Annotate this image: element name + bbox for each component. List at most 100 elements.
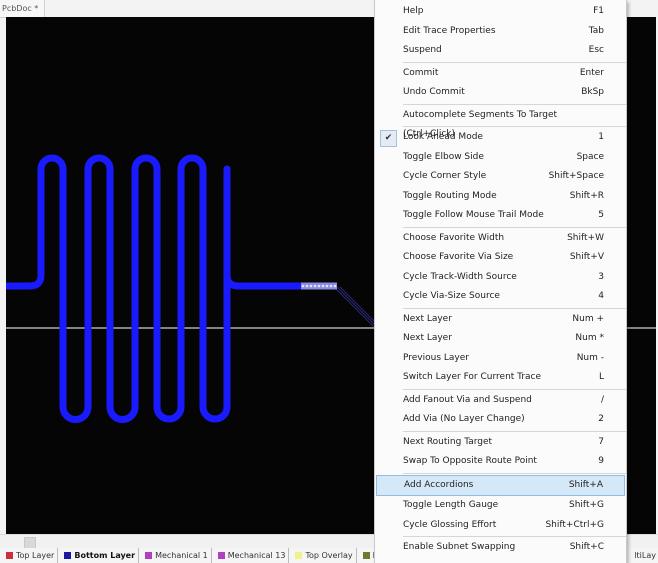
menu-separator xyxy=(403,226,626,228)
menu-item-look-ahead-mode[interactable]: ✔ Look Ahead Mode 1 xyxy=(375,128,626,148)
segment-hatch-dot xyxy=(321,284,325,288)
menu-item-choose-favorite-width[interactable]: Choose Favorite Width Shift+W xyxy=(375,229,626,249)
layer-tab-top-layer[interactable]: Top Layer xyxy=(0,548,59,563)
menu-item-undo-commit[interactable]: Undo Commit BkSp xyxy=(375,83,626,103)
guide-line xyxy=(333,286,375,328)
menu-item-shortcut: Shift+V xyxy=(569,252,604,262)
segment-hatch-dot xyxy=(317,284,321,288)
layer-tab-label: Mechanical 1 xyxy=(155,551,208,560)
menu-item-next-layer[interactable]: Next Layer Num * xyxy=(375,329,626,349)
menu-item-shortcut: 9 xyxy=(598,456,604,466)
menu-item-shortcut: Shift+Ctrl+G xyxy=(545,519,604,530)
segment-hatch-dot xyxy=(309,284,313,288)
menu-separator xyxy=(403,536,626,537)
layer-tab-top-overlay[interactable]: Top Overlay xyxy=(289,548,357,563)
menu-item-cycle-glossing-effort[interactable]: Cycle Glossing Effort Shift+Ctrl+G xyxy=(375,516,626,536)
menu-item-shortcut: Shift+Space xyxy=(548,171,604,181)
layer-color-swatch xyxy=(295,552,303,559)
menu-item-add-fanout-via-and-suspend[interactable]: Add Fanout Via and Suspend / xyxy=(375,391,626,411)
menu-item-shortcut: Shift+W xyxy=(567,232,604,243)
segment-hatch-dot xyxy=(333,284,337,288)
layer-tab-label: Top Overlay xyxy=(305,551,353,560)
checkmark-icon: ✔ xyxy=(380,130,397,147)
menu-item-label: Next Layer xyxy=(403,333,452,343)
menu-item-label: Edit Trace Properties xyxy=(403,25,496,36)
menu-item-toggle-elbow-side[interactable]: Toggle Elbow Side Space xyxy=(375,148,626,168)
menu-item-next-routing-target[interactable]: Next Routing Target 7 xyxy=(375,433,626,453)
menu-item-cycle-corner-style[interactable]: Cycle Corner Style Shift+Space xyxy=(375,167,626,187)
menu-item-previous-layer[interactable]: Previous Layer Num - xyxy=(375,349,626,369)
menu-item-shortcut: Esc xyxy=(588,45,604,55)
menu-item-label: Cycle Corner Style xyxy=(403,171,487,181)
menu-item-help[interactable]: Help F1 xyxy=(375,2,626,22)
layer-tab-bottom-layer[interactable]: Bottom Layer xyxy=(58,548,140,563)
segment-hatch-dot xyxy=(313,284,317,288)
menu-item-shortcut: Num + xyxy=(572,313,604,324)
menu-separator xyxy=(403,430,626,432)
menu-item-shortcut: 3 xyxy=(598,271,604,282)
menu-item-commit[interactable]: Commit Enter xyxy=(375,64,626,84)
menu-item-suspend[interactable]: Suspend Esc xyxy=(375,41,626,61)
segment-hatch-dot xyxy=(301,284,305,288)
menu-item-swap-to-opposite-route-point[interactable]: Swap To Opposite Route Point 9 xyxy=(375,452,626,472)
layer-tab-overflow[interactable]: ltiLay xyxy=(632,548,658,563)
document-tab[interactable]: PcbDoc * xyxy=(0,0,46,18)
segment-hatch-dot xyxy=(305,284,309,288)
menu-item-label: Undo Commit xyxy=(403,87,465,97)
menu-item-autocomplete-segments-to-target-ctrl-click[interactable]: Autocomplete Segments To Target (Ctrl+Cl… xyxy=(375,106,626,140)
menu-item-cycle-track-width-source[interactable]: Cycle Track-Width Source 3 xyxy=(375,268,626,288)
menu-item-label: Look Ahead Mode xyxy=(403,132,483,142)
menu-item-next-layer[interactable]: Next Layer Num + xyxy=(375,310,626,330)
menu-item-toggle-routing-mode[interactable]: Toggle Routing Mode Shift+R xyxy=(375,187,626,207)
menu-item-toggle-follow-mouse-trail-mode[interactable]: Toggle Follow Mouse Trail Mode 5 xyxy=(375,206,626,226)
menu-item-label: Previous Layer xyxy=(403,352,469,363)
menu-item-label: Suspend xyxy=(403,45,442,55)
routing-context-menu: Help F1 Edit Trace Properties Tab Suspend Esc… xyxy=(374,0,627,563)
layer-color-swatch xyxy=(6,552,13,559)
menu-item-label: Add Fanout Via and Suspend xyxy=(403,394,532,405)
menu-item-add-accordions[interactable]: Add Accordions Shift+A xyxy=(376,474,625,496)
menu-separator xyxy=(403,388,626,390)
menu-item-label: Next Layer xyxy=(403,313,452,324)
menu-item-label: Add Via (No Layer Change) xyxy=(403,414,525,424)
menu-item-toggle-length-gauge[interactable]: Toggle Length Gauge Shift+G xyxy=(375,496,626,516)
menu-item-label: Cycle Glossing Effort xyxy=(403,519,497,530)
layer-color-swatch xyxy=(217,552,225,559)
menu-item-shortcut: L xyxy=(598,372,604,382)
menu-item-shortcut: Shift+A xyxy=(568,479,603,490)
menu-item-choose-favorite-via-size[interactable]: Choose Favorite Via Size Shift+V xyxy=(375,248,626,268)
menu-item-shortcut: 4 xyxy=(598,291,604,301)
layer-color-swatch xyxy=(362,552,370,559)
segment-hatch-dot xyxy=(329,284,333,288)
menu-item-add-via-no-layer-change[interactable]: Add Via (No Layer Change) 2 xyxy=(375,410,626,430)
menu-item-shortcut: BkSp xyxy=(581,87,604,97)
layer-tab-mechanical-13[interactable]: Mechanical 13 xyxy=(212,548,290,563)
menu-item-shortcut: Shift+G xyxy=(569,500,604,510)
menu-item-shortcut: Num * xyxy=(575,333,604,343)
menu-item-label: Toggle Follow Mouse Trail Mode xyxy=(403,210,544,220)
menu-item-cycle-via-size-source[interactable]: Cycle Via-Size Source 4 xyxy=(375,287,626,307)
menu-item-edit-trace-properties[interactable]: Edit Trace Properties Tab xyxy=(375,22,626,42)
layer-color-swatch xyxy=(64,552,72,559)
menu-item-label: Switch Layer For Current Trace xyxy=(403,372,542,382)
menu-item-shortcut: Shift+C xyxy=(569,542,604,552)
menu-separator xyxy=(403,307,626,309)
menu-item-switch-layer-for-current-trace[interactable]: Switch Layer For Current Trace L xyxy=(375,368,626,388)
menu-item-shortcut: Space xyxy=(576,151,604,162)
menu-item-label: Help xyxy=(403,6,424,16)
layer-tab-label: Bottom Layer xyxy=(74,551,136,560)
menu-item-label: Add Accordions xyxy=(404,479,474,490)
menu-item-enable-subnet-swapping[interactable]: Enable Subnet Swapping Shift+C xyxy=(375,538,626,558)
layer-tab-mechanical-1[interactable]: Mechanical 1 xyxy=(139,548,212,563)
menu-item-label: Toggle Routing Mode xyxy=(403,190,497,201)
menu-item-shortcut: 1 xyxy=(598,132,604,142)
menu-item-label: Choose Favorite Via Size xyxy=(403,252,514,262)
menu-separator xyxy=(403,61,626,63)
menu-item-shortcut: Tab xyxy=(588,25,604,36)
segment-hatch-dot xyxy=(325,284,329,288)
menu-item-label: Choose Favorite Width xyxy=(403,232,505,243)
menu-item-shortcut: F1 xyxy=(593,6,604,16)
layer-color-swatch xyxy=(145,552,153,559)
menu-separator xyxy=(403,103,626,105)
menu-item-label: Toggle Elbow Side xyxy=(403,151,484,162)
